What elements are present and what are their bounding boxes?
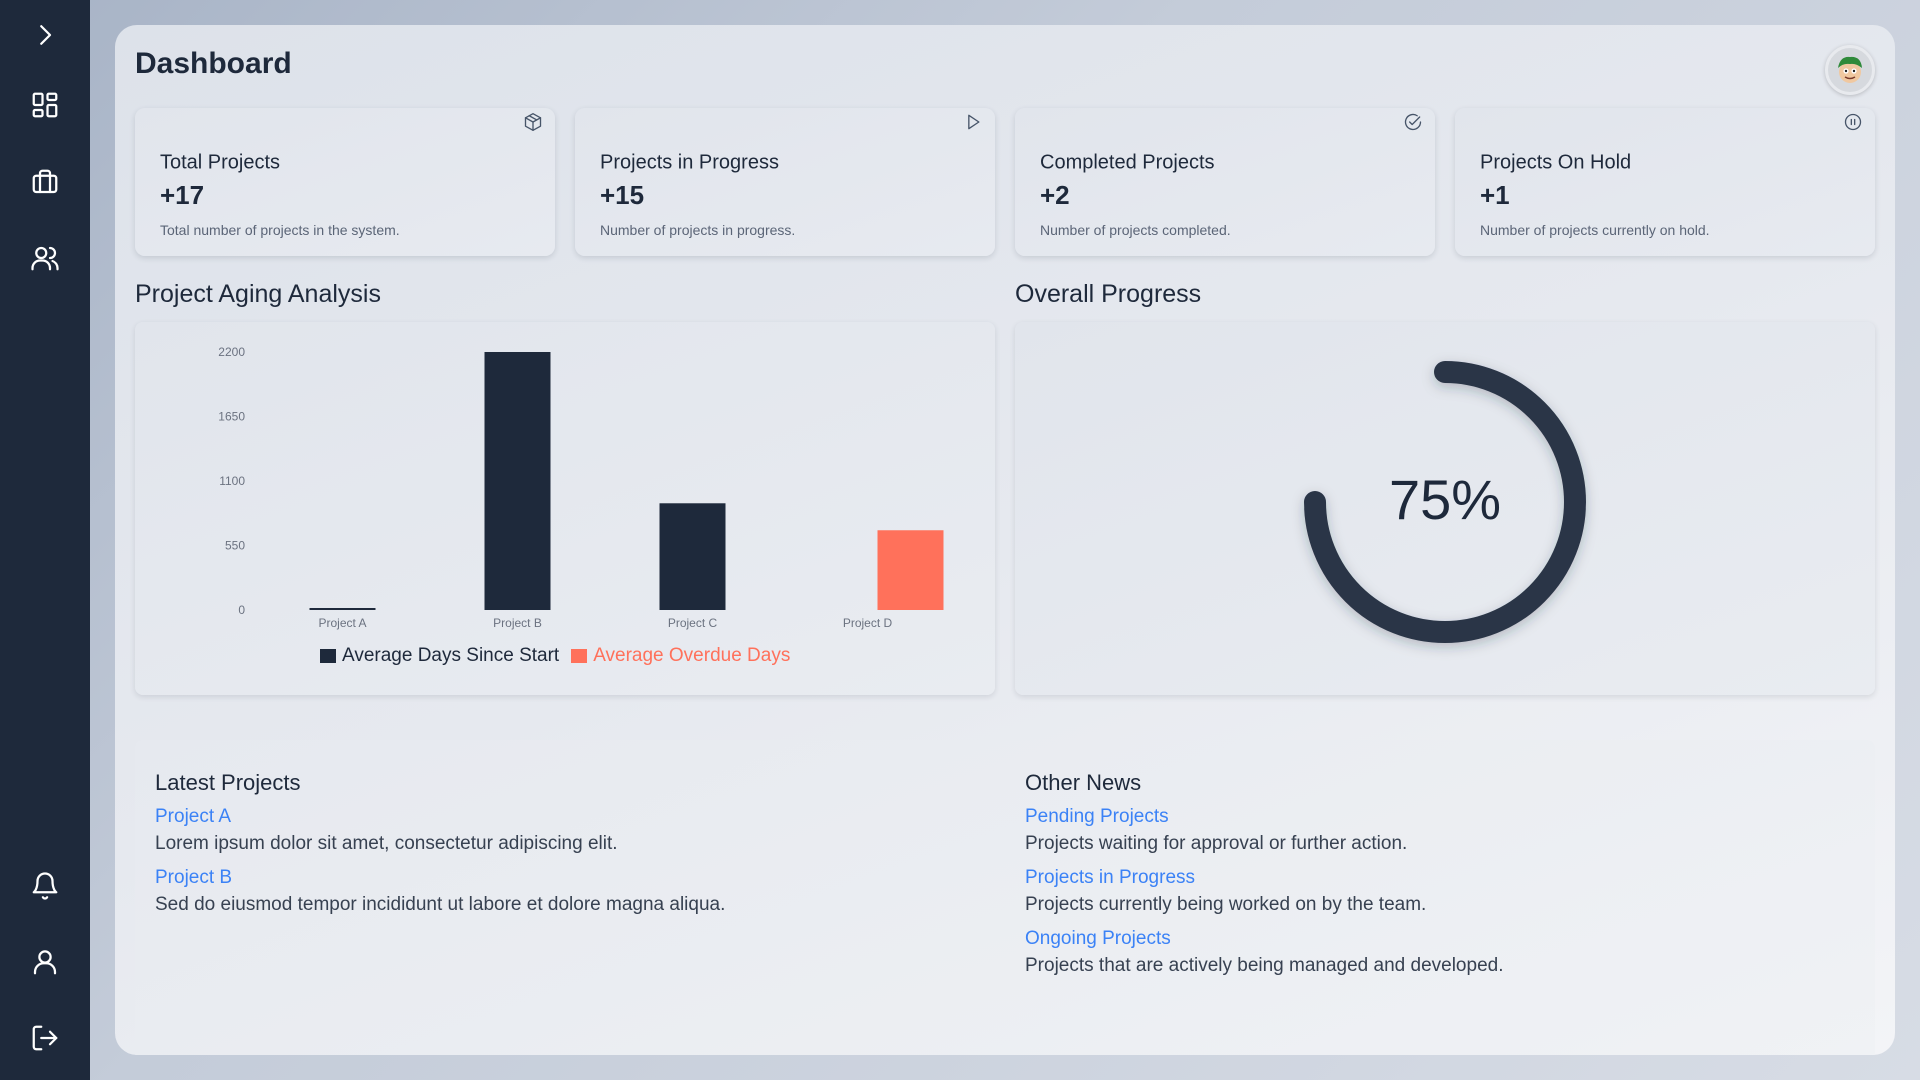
news-link[interactable]: Ongoing Projects (1025, 928, 1503, 950)
aging-chart: 0 550 1100 1650 2200 Project A Project B Projec… (218, 345, 944, 630)
x-tick-label: Project A (318, 616, 366, 630)
bar-project-a-series-0 (309, 608, 376, 610)
latest-projects: Latest Projects Project A Lorem ipsum do… (155, 770, 725, 928)
bar-project-d-series-1 (877, 530, 944, 610)
news-panel: Latest Projects Project A Lorem ipsum do… (135, 740, 1875, 1055)
stat-card-total: Total Projects +17 Total number of proje… (135, 108, 555, 256)
sidebar-item-projects[interactable] (21, 158, 69, 206)
card-value: +15 (600, 180, 645, 210)
legend-label: Average Days Since Start (342, 645, 560, 666)
card-title: Completed Projects (1040, 151, 1215, 174)
bar-project-b-series-0 (484, 352, 551, 610)
main-panel: Dashboard Total Projects +17 Total numbe… (115, 25, 1895, 1055)
legend-item-overdue-days[interactable]: Average Overdue Days (571, 645, 790, 667)
progress-title: Overall Progress (1015, 280, 1202, 308)
news-description: Projects currently being worked on by th… (1025, 894, 1427, 915)
card-title: Total Projects (160, 151, 281, 174)
list-item: Pending Projects Projects waiting for ap… (1025, 806, 1503, 855)
logout-icon (32, 1025, 58, 1051)
card-description: Number of projects completed. (1040, 222, 1231, 238)
card-title: Projects On Hold (1480, 151, 1632, 174)
bar-project-c-series-0 (659, 503, 726, 610)
list-item: Ongoing Projects Projects that are activ… (1025, 928, 1503, 977)
card-description: Number of projects in progress. (600, 222, 796, 238)
expand-sidebar-button[interactable] (21, 11, 69, 59)
project-description: Sed do eiusmod tempor incididunt ut labo… (155, 894, 726, 915)
logout-button[interactable] (21, 1014, 69, 1062)
y-tick-label: 0 (238, 603, 245, 617)
latest-projects-title: Latest Projects (155, 770, 301, 795)
card-value: +1 (1480, 180, 1510, 210)
profile-button[interactable] (21, 938, 69, 986)
notifications-button[interactable] (21, 862, 69, 910)
project-link[interactable]: Project B (155, 867, 725, 889)
project-link[interactable]: Project A (155, 806, 725, 828)
x-tick-label: Project B (493, 616, 542, 630)
progress-panel: 75% (1015, 322, 1875, 695)
y-tick-label: 1100 (219, 474, 245, 488)
y-tick-label: 2200 (218, 345, 245, 359)
package-icon (523, 112, 545, 134)
list-item: Project A Lorem ipsum dolor sit amet, co… (155, 806, 725, 855)
sidebar-item-users[interactable] (21, 234, 69, 282)
pause-circle-icon (1843, 112, 1865, 134)
aging-title: Project Aging Analysis (135, 280, 381, 308)
user-icon (33, 950, 57, 975)
stat-card-in-progress: Projects in Progress +15 Number of proje… (575, 108, 995, 256)
aging-chart-panel: 0 550 1100 1650 2200 Project A Project B Projec… (135, 322, 995, 695)
chevron-right-icon (40, 25, 52, 45)
y-tick-label: 550 (225, 539, 245, 553)
legend-swatch (571, 649, 588, 663)
dashboard-icon (32, 92, 58, 118)
list-item: Projects in Progress Projects currently … (1025, 867, 1503, 916)
bell-icon (32, 872, 58, 900)
stat-card-on-hold: Projects On Hold +1 Number of projects c… (1455, 108, 1875, 256)
list-item: Project B Sed do eiusmod tempor incididu… (155, 867, 725, 916)
sidebar (0, 0, 90, 1080)
card-title: Projects in Progress (600, 151, 779, 174)
news-description: Projects waiting for approval or further… (1025, 833, 1408, 854)
stat-card-completed: Completed Projects +2 Number of projects… (1015, 108, 1435, 256)
other-news: Other News Pending Projects Projects wai… (1025, 770, 1503, 989)
news-description: Projects that are actively being managed… (1025, 955, 1504, 976)
card-description: Number of projects currently on hold. (1480, 222, 1710, 238)
news-link[interactable]: Pending Projects (1025, 806, 1503, 828)
legend-item-days-since-start[interactable]: Average Days Since Start (320, 645, 559, 667)
card-value: +17 (160, 180, 205, 210)
card-description: Total number of projects in the system. (160, 222, 400, 238)
avatar[interactable] (1825, 45, 1875, 95)
progress-value: 75% (1388, 468, 1502, 531)
x-tick-label: Project C (668, 616, 718, 630)
avatar-icon (1838, 56, 1862, 83)
project-description: Lorem ipsum dolor sit amet, consectetur … (155, 833, 618, 854)
card-value: +2 (1040, 180, 1070, 210)
sidebar-item-dashboard[interactable] (21, 81, 69, 129)
legend-swatch (320, 649, 336, 663)
page-title: Dashboard (135, 47, 292, 80)
x-tick-label: Project D (843, 616, 893, 630)
news-link[interactable]: Projects in Progress (1025, 867, 1503, 889)
y-tick-label: 1650 (218, 410, 245, 424)
briefcase-icon (32, 169, 58, 194)
legend-label: Average Overdue Days (593, 645, 791, 666)
chart-legend: Average Days Since Start Average Overdue… (320, 645, 790, 667)
play-icon (963, 112, 985, 134)
check-circle-icon (1403, 112, 1425, 134)
users-icon (31, 246, 59, 271)
other-news-title: Other News (1025, 770, 1142, 795)
